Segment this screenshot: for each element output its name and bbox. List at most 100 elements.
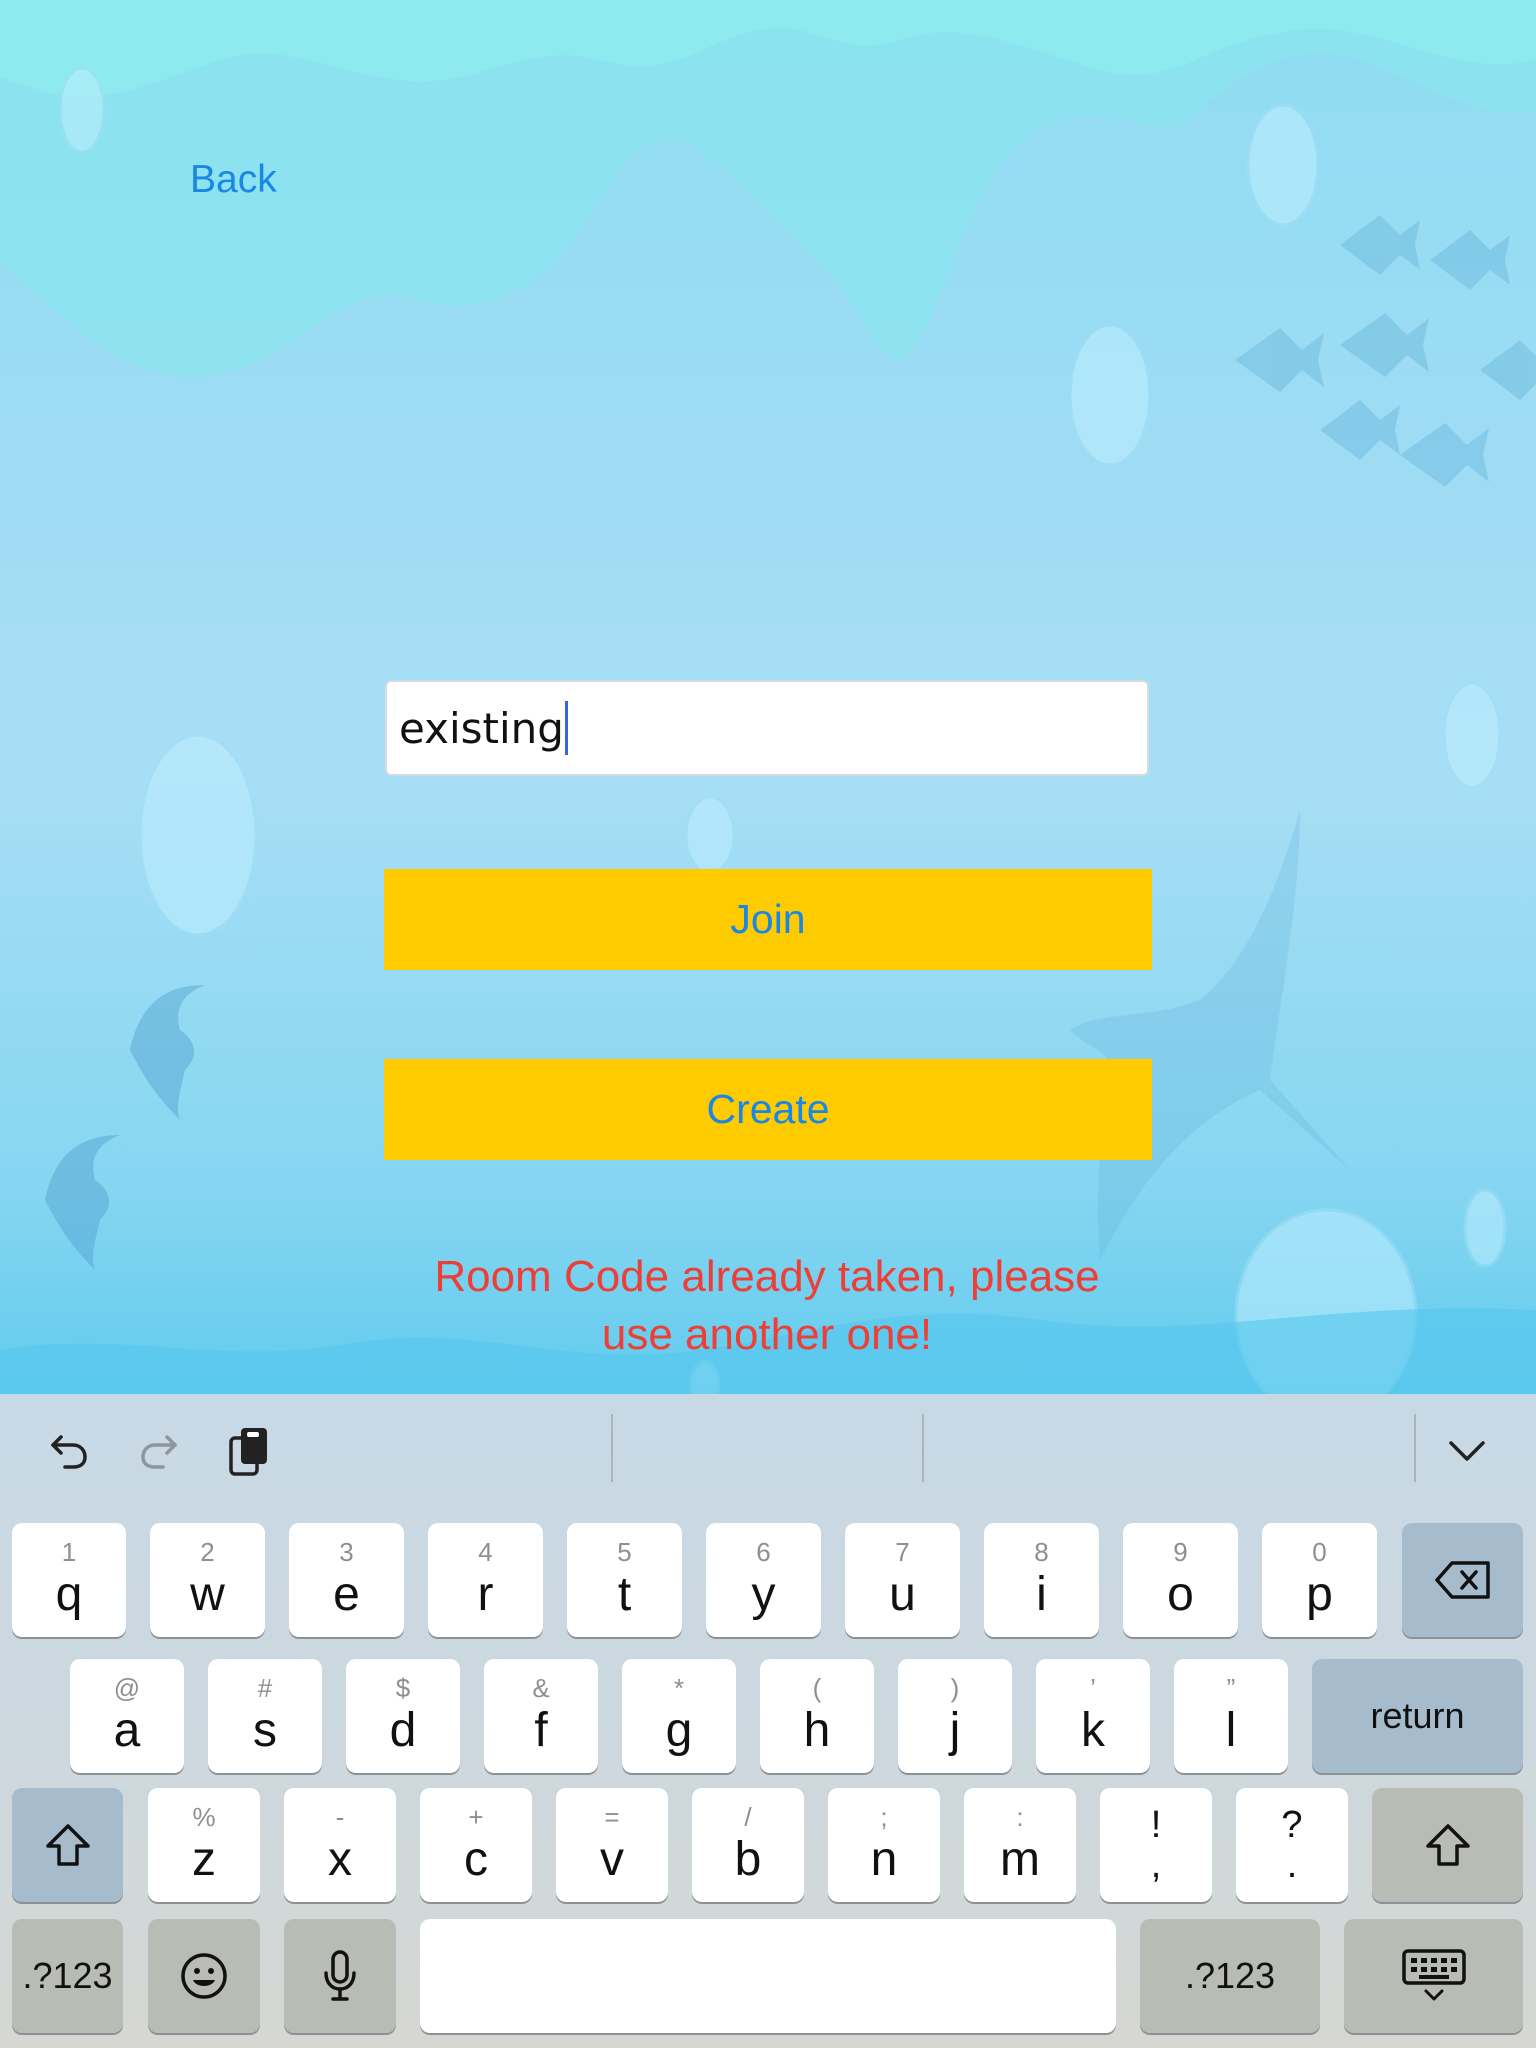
- key-f[interactable]: & f: [484, 1659, 598, 1773]
- key-label: i: [1036, 1568, 1047, 1621]
- key-label: y: [751, 1568, 776, 1621]
- key-label: w: [190, 1568, 225, 1621]
- key-sub-label: 3: [339, 1537, 354, 1567]
- key-sub-label: 8: [1034, 1537, 1049, 1567]
- key-label: u: [889, 1568, 916, 1621]
- key-m[interactable]: :m: [964, 1788, 1076, 1902]
- space-bar[interactable]: [420, 1919, 1116, 2033]
- key-sub-label: @: [113, 1673, 141, 1703]
- key-label: v: [600, 1833, 624, 1886]
- key-sub-label: ’: [1090, 1673, 1096, 1703]
- numbers-label: .?123: [22, 1955, 113, 1996]
- error-line-1: Room Code already taken, please: [434, 1252, 1100, 1301]
- key-sub-label: 1: [61, 1537, 77, 1567]
- on-screen-keyboard: 1q 2w 3e 4r 5t 6y 7u 8i 9o 0p @ a # s $ d &…: [0, 1394, 1536, 2048]
- undo-icon[interactable]: [42, 1424, 96, 1478]
- key-label: j: [949, 1704, 961, 1757]
- key-n[interactable]: ; n: [828, 1788, 940, 1902]
- key-a[interactable]: @ a: [70, 1659, 184, 1773]
- shift-key-left[interactable]: [12, 1788, 123, 1902]
- key-p[interactable]: 0p: [1262, 1523, 1377, 1637]
- key-b[interactable]: / b: [692, 1788, 804, 1902]
- back-button[interactable]: Back: [190, 158, 277, 202]
- key-label: o: [1167, 1568, 1194, 1621]
- key-sub-label: =: [604, 1802, 620, 1832]
- room-code-input[interactable]: existing: [385, 680, 1149, 776]
- create-button[interactable]: Create: [384, 1059, 1152, 1160]
- key-label: c: [464, 1833, 488, 1886]
- key-q[interactable]: 1q: [12, 1523, 126, 1637]
- key-sub-label: 7: [895, 1537, 910, 1567]
- toolbar-divider: [1414, 1414, 1416, 1482]
- key-sub-label: ;: [880, 1802, 888, 1832]
- key-label: n: [870, 1833, 898, 1886]
- return-key[interactable]: return: [1312, 1659, 1523, 1773]
- key-label: g: [665, 1704, 693, 1757]
- key-sub-label: 5: [617, 1537, 632, 1567]
- dictation-key[interactable]: [284, 1919, 396, 2033]
- clipboard-icon[interactable]: [222, 1424, 276, 1478]
- numbers-key-right[interactable]: .?123: [1140, 1919, 1320, 2033]
- key-sub-label: ”: [1226, 1673, 1236, 1703]
- key-u[interactable]: 7u: [845, 1523, 960, 1637]
- key-label: f: [534, 1704, 548, 1757]
- key-r[interactable]: 4r: [428, 1523, 543, 1637]
- key-sub-label: $: [395, 1673, 411, 1703]
- key-z[interactable]: % z: [148, 1788, 260, 1902]
- key-g[interactable]: * g: [622, 1659, 736, 1773]
- key-label: p: [1306, 1568, 1333, 1621]
- key-label: l: [1225, 1704, 1237, 1757]
- key-exclamation-comma[interactable]: !,: [1100, 1788, 1212, 1902]
- shift-icon: [12, 1788, 123, 1902]
- key-sub-label: /: [744, 1802, 752, 1832]
- key-i[interactable]: 8i: [984, 1523, 1099, 1637]
- chevron-down-icon[interactable]: [1440, 1424, 1494, 1478]
- key-sub-label: &: [532, 1673, 550, 1703]
- toolbar-divider: [922, 1414, 924, 1482]
- key-v[interactable]: = v: [556, 1788, 668, 1902]
- key-c[interactable]: + c: [420, 1788, 532, 1902]
- text-cursor: [564, 701, 568, 755]
- key-l[interactable]: ” l: [1174, 1659, 1288, 1773]
- error-message: Room Code already taken, please use anot…: [300, 1248, 1234, 1364]
- key-x[interactable]: -x: [284, 1788, 396, 1902]
- key-sub-label: -: [335, 1802, 345, 1832]
- redo-icon[interactable]: [132, 1424, 186, 1478]
- key-label: s: [253, 1704, 277, 1757]
- shift-key-right[interactable]: [1372, 1788, 1523, 1902]
- key-label: x: [328, 1833, 352, 1886]
- shift-icon: [1372, 1788, 1523, 1902]
- key-label-top: !: [1150, 1804, 1162, 1846]
- key-s[interactable]: # s: [208, 1659, 322, 1773]
- key-label: a: [113, 1704, 141, 1757]
- keyboard-dismiss-icon: [1344, 1919, 1523, 2033]
- key-j[interactable]: ) j: [898, 1659, 1012, 1773]
- key-h[interactable]: (h: [760, 1659, 874, 1773]
- emoji-icon: [148, 1919, 260, 2033]
- key-y[interactable]: 6y: [706, 1523, 821, 1637]
- key-sub-label: *: [673, 1673, 685, 1703]
- key-d[interactable]: $ d: [346, 1659, 460, 1773]
- join-button[interactable]: Join: [384, 869, 1152, 970]
- emoji-key[interactable]: [148, 1919, 260, 2033]
- key-sub-label: +: [468, 1802, 484, 1832]
- room-code-value: existing: [399, 703, 564, 753]
- key-label: b: [734, 1833, 762, 1886]
- key-t[interactable]: 5t: [567, 1523, 682, 1637]
- key-e[interactable]: 3e: [289, 1523, 404, 1637]
- key-k[interactable]: ’ k: [1036, 1659, 1150, 1773]
- delete-key[interactable]: [1402, 1523, 1523, 1637]
- key-question-period[interactable]: ?.: [1236, 1788, 1348, 1902]
- key-label: e: [333, 1568, 360, 1621]
- key-sub-label: (: [812, 1673, 822, 1703]
- microphone-icon: [284, 1919, 396, 2033]
- key-label: r: [477, 1568, 494, 1621]
- key-o[interactable]: 9o: [1123, 1523, 1238, 1637]
- key-w[interactable]: 2w: [150, 1523, 265, 1637]
- return-label: return: [1370, 1695, 1465, 1736]
- key-label: m: [1000, 1833, 1040, 1886]
- error-line-2: use another one!: [601, 1310, 933, 1359]
- numbers-key-left[interactable]: .?123: [12, 1919, 123, 2033]
- key-sub-label: %: [192, 1802, 216, 1832]
- dismiss-keyboard-key[interactable]: [1344, 1919, 1523, 2033]
